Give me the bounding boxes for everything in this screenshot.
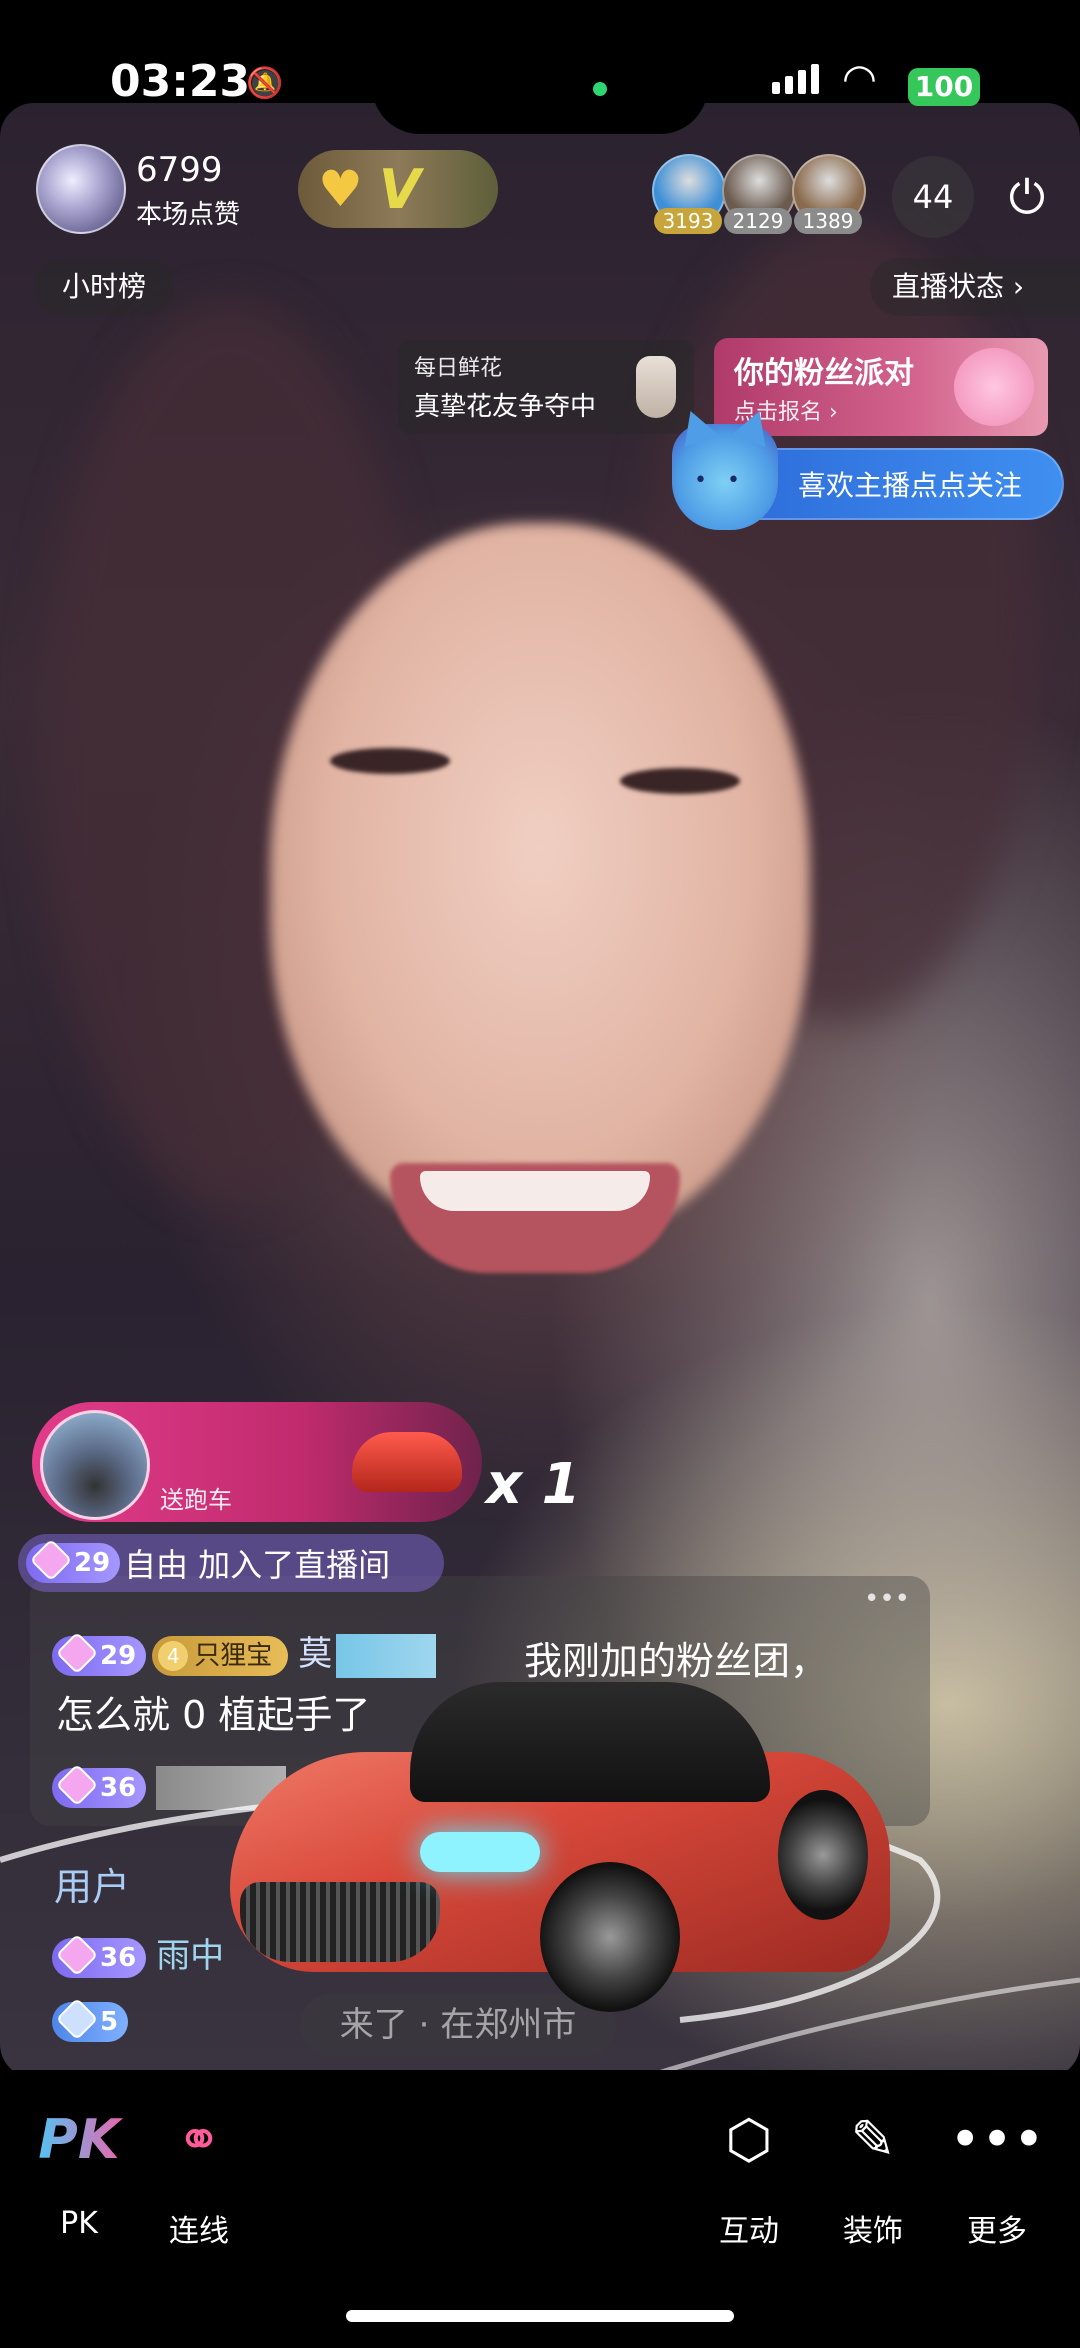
join-message[interactable]: 29 自由 加入了直播间 — [18, 1534, 444, 1592]
interact-button[interactable]: ⬡ 互动 — [694, 2100, 804, 2250]
party-heart-icon — [954, 348, 1034, 426]
camera-active-dot — [593, 82, 607, 96]
gift-multiplier: x 1 — [486, 1452, 581, 1517]
link-icon: ⚭ — [176, 2108, 222, 2171]
cellular-signal-icon — [772, 64, 819, 94]
cat-mascot-icon: •• — [672, 404, 778, 530]
user-level-badge: 36 — [52, 1933, 147, 1978]
viewer-contribution: 1389 — [794, 208, 862, 234]
fan-party-title: 你的粉丝派对 — [734, 356, 914, 391]
more-label: 更多 — [967, 2214, 1027, 2249]
like-count-label: 本场点赞 — [136, 200, 241, 230]
viewer-avatar[interactable]: 1389 — [792, 154, 872, 234]
home-indicator[interactable] — [346, 2310, 734, 2322]
interact-icon: ⬡ — [725, 2108, 773, 2171]
flower-title: 每日鲜花 — [414, 356, 503, 381]
sports-car-gift-animation — [230, 1662, 900, 2012]
viewer-avatar[interactable]: 2129 — [722, 154, 802, 234]
host-info[interactable]: 6799 本场点赞 — [30, 140, 250, 234]
gold-heart-icon: ♥ — [318, 160, 363, 218]
interact-label: 互动 — [719, 2214, 779, 2249]
decorate-label: 装饰 — [843, 2214, 903, 2249]
host-badges[interactable]: ♥ V — [298, 150, 498, 228]
gem-icon — [29, 1538, 73, 1582]
gift-banner[interactable]: 送跑车 — [32, 1402, 482, 1522]
more-icon: ••• — [949, 2108, 1045, 2171]
user-level-badge: 36 — [52, 1763, 147, 1808]
left-eye — [330, 748, 450, 774]
chat-message[interactable]: 36 雨中 — [52, 1928, 224, 1978]
vase-icon — [636, 356, 676, 418]
viewer-avatar[interactable]: 3193 — [652, 154, 732, 234]
wifi-icon: ◠ — [842, 56, 877, 102]
user-level-badge: 5 — [52, 1997, 129, 2042]
viewer-count-button[interactable]: 44 — [892, 156, 974, 238]
decorate-icon: ✎ — [850, 2108, 896, 2171]
viewer-contribution: 3193 — [654, 208, 722, 234]
live-status-button[interactable]: 直播状态 › — [870, 258, 1080, 316]
like-count: 6799 — [136, 150, 223, 190]
camera-notch — [372, 0, 708, 134]
right-eye — [620, 768, 740, 794]
flower-subtitle: 真挚花友争夺中 — [414, 392, 597, 422]
chat-more-icon[interactable]: ••• — [864, 1584, 910, 1614]
gifter-avatar[interactable] — [40, 1410, 150, 1520]
pk-label: PK — [60, 2206, 98, 2241]
bottom-toolbar: PK PK ⚭ 连线 ⬡ 互动 ✎ 装饰 ••• 更多 — [0, 2070, 1080, 2310]
daily-flower-card[interactable]: 每日鲜花 真挚花友争夺中 — [398, 340, 694, 434]
top-viewers[interactable]: 3193 2129 1389 — [652, 154, 866, 234]
host-avatar[interactable] — [36, 144, 126, 234]
link-button[interactable]: ⚭ 连线 — [144, 2100, 254, 2250]
mute-bell-icon: 🔕 — [246, 66, 284, 101]
viewer-contribution: 2129 — [724, 208, 792, 234]
hour-rank-button[interactable]: 小时榜 — [34, 258, 174, 316]
chat-username[interactable]: 用户 — [54, 1856, 130, 1911]
streamer-face — [270, 523, 810, 1243]
link-label: 连线 — [169, 2214, 229, 2249]
user-level-badge: 29 — [26, 1538, 121, 1583]
chat-username[interactable]: 雨中 — [156, 1936, 224, 1976]
power-icon[interactable]: ⏻ — [992, 156, 1062, 238]
pk-icon: PK — [24, 2100, 134, 2180]
battery-indicator: 100 — [908, 68, 980, 106]
join-text: 自由 加入了直播间 — [124, 1546, 391, 1584]
sports-car-gift-icon — [352, 1432, 462, 1492]
v-badge-icon: V — [378, 157, 421, 221]
chat-message[interactable]: 5 — [52, 1997, 129, 2042]
teeth — [420, 1171, 650, 1211]
gift-label: 送跑车 — [160, 1486, 232, 1514]
more-button[interactable]: ••• 更多 — [942, 2100, 1052, 2250]
status-time: 03:23 — [110, 56, 251, 107]
user-level-badge: 29 — [52, 1631, 147, 1676]
pk-button[interactable]: PK PK — [24, 2100, 134, 2241]
decorate-button[interactable]: ✎ 装饰 — [818, 2100, 928, 2250]
top-info-row: 6799 本场点赞 ♥ V 3193 2129 1389 44 ⏻ — [0, 140, 1080, 240]
